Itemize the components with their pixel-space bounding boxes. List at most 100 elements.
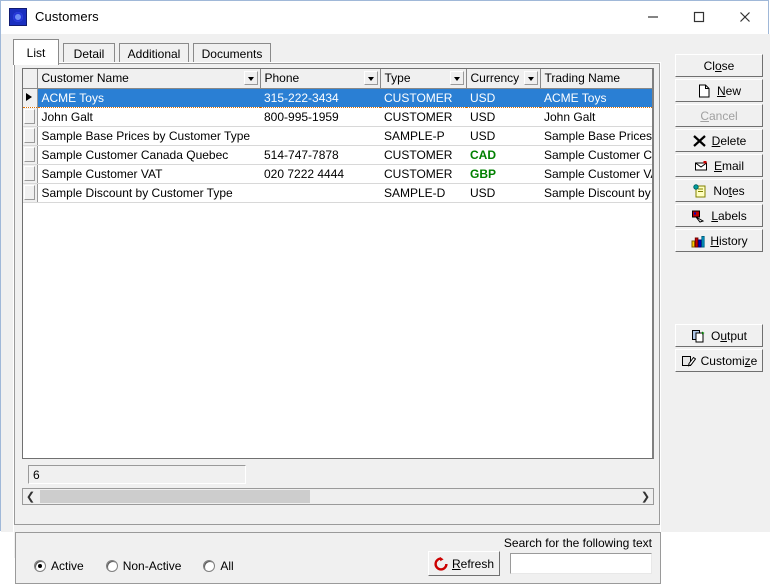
- cell-phone: 800-995-1959: [260, 107, 380, 127]
- list-panel-inner: Customer Name Phone Type Currency Trading Na…: [14, 63, 661, 584]
- tab-list[interactable]: List: [13, 39, 59, 65]
- cell-trading-name: Sample Customer VAT: [540, 164, 652, 184]
- record-count-field[interactable]: 6: [28, 465, 246, 484]
- cell-customer-name: Sample Discount by Customer Type: [37, 183, 260, 203]
- cell-trading-name: ACME Toys: [540, 88, 652, 108]
- search-label: Search for the following text: [503, 536, 652, 550]
- email-label: Email: [713, 158, 745, 173]
- horizontal-scrollbar[interactable]: ❮ ❯: [22, 488, 654, 505]
- cell-trading-name: Sample Discount by Customer Type: [540, 183, 652, 203]
- table-row[interactable]: Sample Discount by Customer Type SAMPLE-D…: [23, 183, 652, 203]
- minimize-button[interactable]: [630, 1, 676, 32]
- cell-phone: [260, 126, 380, 146]
- customers-grid[interactable]: Customer Name Phone Type Currency Trading Na…: [22, 68, 654, 459]
- tab-additional[interactable]: Additional: [119, 43, 189, 63]
- action-button-column: Close New Cancel Delete Email Notes Labels Hist…: [675, 54, 763, 254]
- table-row[interactable]: ACME Toys 315-222-3434 CUSTOMER USD ACME Toy…: [23, 88, 652, 108]
- history-button[interactable]: History: [675, 229, 763, 252]
- cell-trading-name: John Galt: [540, 107, 652, 127]
- row-selector[interactable]: [23, 145, 38, 165]
- cell-customer-name: Sample Customer VAT: [37, 164, 260, 184]
- column-header-trading-name[interactable]: Trading Name: [540, 69, 652, 89]
- tab-detail[interactable]: Detail: [63, 43, 115, 63]
- tab-documents[interactable]: Documents: [193, 43, 271, 63]
- radio-label: Active: [51, 559, 84, 573]
- cell-phone: 315-222-3434: [260, 88, 380, 108]
- currency-value: CAD: [470, 147, 496, 162]
- output-button[interactable]: Output: [675, 324, 763, 347]
- new-button[interactable]: New: [675, 79, 763, 102]
- cell-currency: GBP: [466, 164, 540, 184]
- history-chart-icon: [691, 235, 705, 247]
- cell-trading-name: Sample Base Prices by Customer Type: [540, 126, 652, 146]
- row-selector-box: [24, 127, 35, 143]
- labels-icon: [692, 210, 705, 223]
- delete-label: Delete: [711, 133, 747, 148]
- output-icon: [691, 329, 705, 342]
- tab-label: List: [26, 45, 46, 60]
- window-body: List Detail Additional Documents Customer N…: [1, 34, 770, 584]
- tab-label: Documents: [201, 46, 263, 61]
- radio-all[interactable]: All: [203, 559, 234, 573]
- column-header-type[interactable]: Type: [380, 69, 467, 89]
- notes-button[interactable]: Notes: [675, 179, 763, 202]
- currency-value: GBP: [470, 166, 497, 181]
- cell-type: SAMPLE-P: [380, 126, 466, 146]
- radio-non-active[interactable]: Non-Active: [105, 559, 182, 573]
- maximize-button[interactable]: [676, 1, 722, 32]
- chevron-down-icon[interactable]: [363, 71, 378, 85]
- radio-label: Non-Active: [122, 559, 182, 573]
- column-header-phone[interactable]: Phone: [260, 69, 381, 89]
- cell-type: SAMPLE-D: [380, 183, 466, 203]
- table-row[interactable]: Sample Base Prices by Customer Type SAMPL…: [23, 126, 652, 146]
- row-selector[interactable]: [23, 183, 38, 203]
- cell-customer-name: Sample Customer Canada Quebec: [37, 145, 260, 165]
- new-document-icon: [698, 84, 710, 97]
- close-button[interactable]: Close: [675, 54, 763, 77]
- column-header-currency[interactable]: Currency: [466, 69, 541, 89]
- radio-indicator: [34, 560, 46, 572]
- row-selector[interactable]: [23, 88, 38, 108]
- email-button[interactable]: Email: [675, 154, 763, 177]
- search-input[interactable]: [510, 553, 652, 574]
- chevron-down-icon[interactable]: [449, 71, 464, 85]
- row-selector-box: [24, 146, 35, 162]
- column-header-customer-name[interactable]: Customer Name: [37, 69, 261, 89]
- row-selector-header: [23, 69, 38, 89]
- table-row[interactable]: John Galt 800-995-1959 CUSTOMER USD John Gal…: [23, 107, 652, 127]
- chevron-down-icon[interactable]: [243, 71, 258, 85]
- row-selector[interactable]: [23, 164, 38, 184]
- cell-customer-name: Sample Base Prices by Customer Type: [37, 126, 260, 146]
- output-label: Output: [710, 328, 748, 343]
- list-panel: Customer Name Phone Type Currency Trading Na…: [13, 62, 661, 584]
- table-row[interactable]: Sample Customer VAT 020 7222 4444 CUSTOMER…: [23, 164, 652, 184]
- table-header-row: Customer Name Phone Type Currency Trading Na…: [23, 69, 652, 89]
- chevron-left-icon[interactable]: ❮: [23, 489, 38, 504]
- row-selector[interactable]: [23, 126, 38, 146]
- chevron-down-icon[interactable]: [523, 71, 538, 85]
- close-label: Close: [703, 58, 735, 73]
- cell-currency: USD: [466, 183, 540, 203]
- radio-active[interactable]: Active: [34, 559, 84, 573]
- customize-label: Customize: [700, 353, 758, 368]
- row-selector-box: [24, 108, 35, 124]
- customize-button[interactable]: Customize: [675, 349, 763, 372]
- row-indicator-arrow-icon: [26, 92, 32, 101]
- scrollbar-thumb[interactable]: [40, 490, 310, 503]
- radio-indicator: [105, 560, 118, 572]
- refresh-label: Refresh: [451, 556, 495, 571]
- table-row[interactable]: Sample Customer Canada Quebec 514-747-787…: [23, 145, 652, 165]
- cell-trading-name: Sample Customer Canada Quebec: [540, 145, 652, 165]
- delete-button[interactable]: Delete: [675, 129, 763, 152]
- cancel-label: Cancel: [700, 108, 738, 123]
- notes-icon: [693, 183, 706, 197]
- close-button[interactable]: [722, 1, 768, 32]
- row-selector[interactable]: [23, 107, 38, 127]
- labels-button[interactable]: Labels: [675, 204, 763, 227]
- cell-phone: 514-747-7878: [260, 145, 380, 165]
- email-icon: [694, 160, 707, 170]
- app-icon: [9, 8, 27, 26]
- chevron-right-icon[interactable]: ❯: [638, 489, 653, 504]
- new-label: New: [716, 83, 741, 98]
- refresh-button[interactable]: Refresh: [428, 551, 500, 576]
